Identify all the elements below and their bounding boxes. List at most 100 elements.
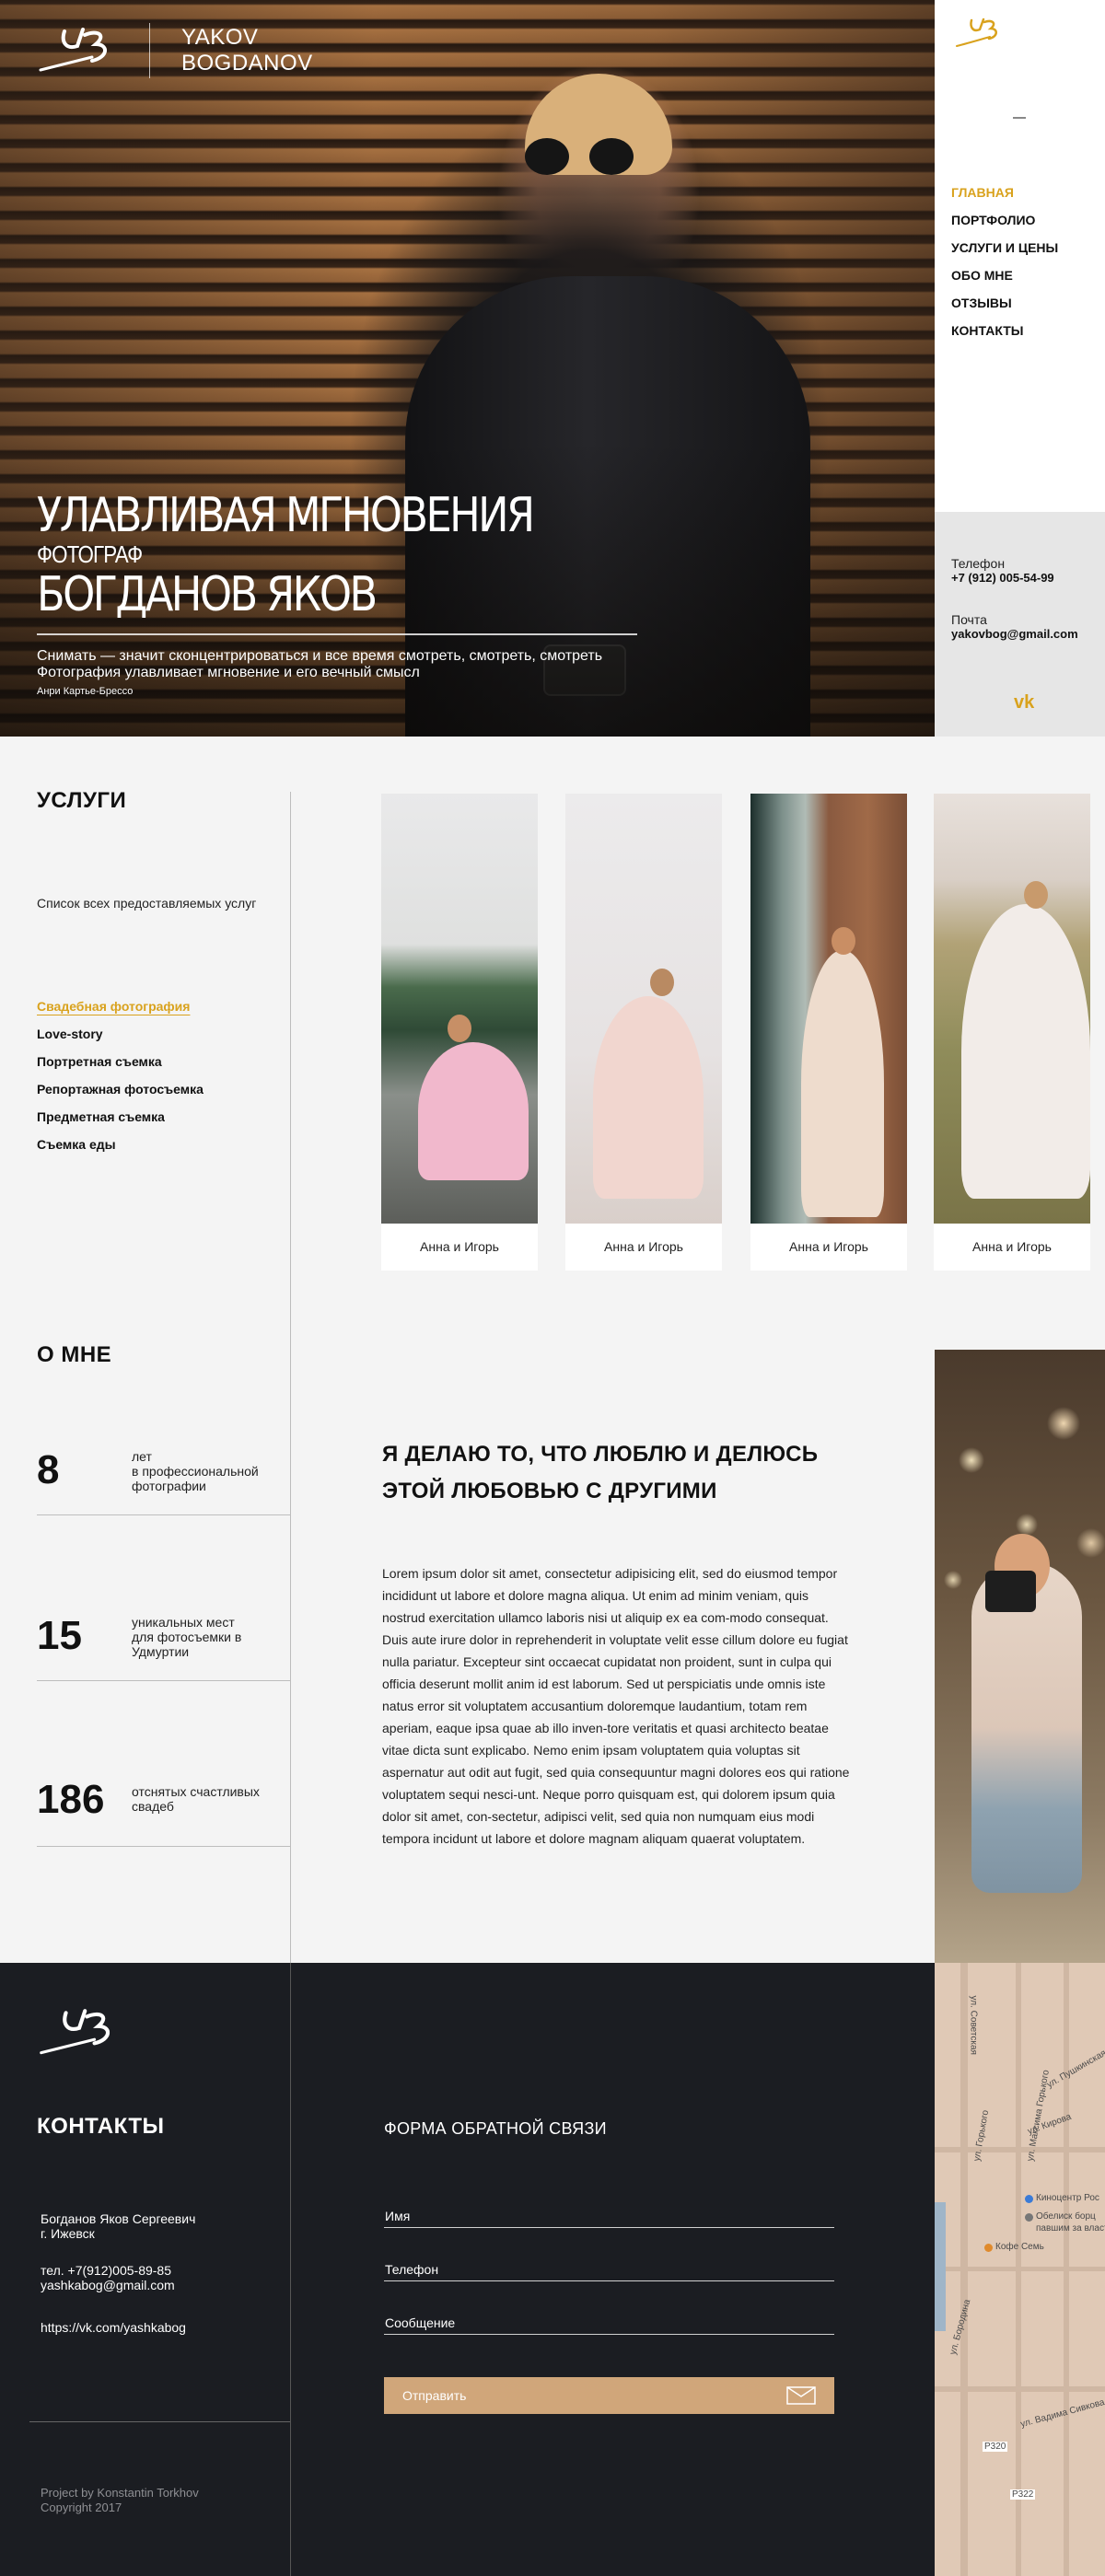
email-label: Почта: [951, 612, 987, 627]
gallery-photo: [750, 794, 907, 1224]
stat-text: лет в профессиональной фотографии: [132, 1449, 259, 1493]
hero-quote: Снимать — значит сконцентрироваться и вс…: [37, 648, 681, 681]
stat-number: 15: [37, 1613, 82, 1658]
service-item-wedding[interactable]: Свадебная фотография: [37, 992, 204, 1020]
hero-title: УЛАВЛИВАЯ МГНОВЕНИЯ: [37, 488, 535, 543]
map-label: P320: [983, 2442, 1008, 2452]
gallery-card[interactable]: Анна и Игорь: [750, 794, 907, 1271]
nav-item-home[interactable]: ГЛАВНАЯ: [951, 179, 1058, 206]
map-pin-icon[interactable]: [1025, 2213, 1033, 2222]
page: YAKOV BOGDANOV УЛАВЛИВАЯ МГНОВЕНИЯ ФОТОГ…: [0, 0, 1105, 2576]
about-text: Lorem ipsum dolor sit amet, consectetur …: [382, 1566, 850, 1846]
phone-label: Телефон: [951, 556, 1006, 571]
gallery-photo: [565, 794, 722, 1224]
message-input[interactable]: [384, 2313, 834, 2333]
name-field: [384, 2206, 834, 2228]
logo-divider: [149, 23, 150, 78]
footer-credit: Project by Konstantin Torkhov Copyright …: [41, 2486, 199, 2514]
phone-input[interactable]: [384, 2259, 834, 2280]
vk-icon[interactable]: vk: [1014, 692, 1034, 714]
hero-quote-line1: Снимать — значит сконцентрироваться и вс…: [37, 648, 603, 664]
services-title: УСЛУГИ: [37, 788, 127, 813]
service-item-reportage[interactable]: Репортажная фотосъемка: [37, 1075, 204, 1103]
footer-logo-icon[interactable]: [37, 2003, 120, 2062]
map-label: ул. Горького: [971, 2109, 992, 2163]
nav-item-about[interactable]: ОБО МНЕ: [951, 261, 1058, 289]
stat-years: 8 лет в профессиональной фотографии: [37, 1447, 290, 1515]
nav-item-reviews[interactable]: ОТЗЫВЫ: [951, 289, 1058, 317]
stat-number: 186: [37, 1777, 105, 1822]
message-field: [384, 2313, 834, 2335]
sidebar-logo-icon[interactable]: [955, 15, 1003, 52]
map-label: Обелиск борц: [1036, 2211, 1096, 2222]
feedback-form-title: ФОРМА ОБРАТНОЙ СВЯЗИ: [384, 2119, 607, 2138]
services-description: Список всех предоставляемых услуг: [37, 896, 257, 911]
nav-item-portfolio[interactable]: ПОРТФОЛИО: [951, 206, 1058, 234]
about-photo: [935, 1350, 1105, 1963]
map-water: [935, 2202, 946, 2331]
services-list: Свадебная фотография Love-story Портретн…: [37, 992, 204, 1158]
main-nav: ГЛАВНАЯ ПОРТФОЛИО УСЛУГИ И ЦЕНЫ ОБО МНЕ …: [951, 179, 1058, 344]
location-map[interactable]: ул. Кирова ул. Пушкинская ул. Советская …: [935, 1963, 1105, 2576]
map-road: [935, 2147, 1105, 2152]
phone-value[interactable]: +7 (912) 005-54-99: [951, 571, 1088, 585]
contacts-name-city: Богданов Яков Сергеевич г. Ижевск: [41, 2211, 196, 2241]
map-pin-icon[interactable]: [984, 2244, 993, 2252]
hero-name: БОГДАНОВ ЯКОВ: [37, 567, 378, 622]
stat-number: 8: [37, 1447, 60, 1492]
nav-item-contacts[interactable]: КОНТАКТЫ: [951, 317, 1058, 344]
contacts-phone-email[interactable]: тел. +7(912)005-89-85 yashkabog@gmail.co…: [41, 2263, 175, 2292]
about-heading: Я ДЕЛАЮ ТО, ЧТО ЛЮБЛЮ И ДЕЛЮСЬ ЭТОЙ ЛЮБО…: [382, 1442, 819, 1503]
map-label: павшим за власт: [1036, 2223, 1105, 2234]
gallery-card[interactable]: Анна и Игорь: [934, 794, 1090, 1271]
hero-divider: [37, 633, 637, 635]
submit-button[interactable]: Отправить: [384, 2377, 834, 2414]
hero-text: УЛАВЛИВАЯ МГНОВЕНИЯ ФОТОГРАФ БОГДАНОВ ЯК…: [37, 490, 681, 697]
stat-text: отснятых счастливых свадеб: [132, 1784, 260, 1814]
envelope-icon: [786, 2386, 816, 2405]
gallery-caption: Анна и Игорь: [789, 1239, 868, 1254]
name-input[interactable]: [384, 2206, 834, 2226]
contacts-section: КОНТАКТЫ Богданов Яков Сергеевич г. Ижев…: [0, 1963, 935, 2576]
right-sidebar: ГЛАВНАЯ ПОРТФОЛИО УСЛУГИ И ЦЕНЫ ОБО МНЕ …: [935, 0, 1105, 737]
map-label: P322: [1010, 2489, 1036, 2500]
map-label: ул. Пушкинская: [1045, 2048, 1105, 2091]
gallery-caption: Анна и Игорь: [604, 1239, 683, 1254]
map-label: ул. Советская: [968, 1995, 979, 2055]
email-value[interactable]: yakovbog@gmail.com: [951, 627, 1088, 641]
service-item-food[interactable]: Съемка еды: [37, 1131, 204, 1158]
service-item-product[interactable]: Предметная съемка: [37, 1103, 204, 1131]
brand-name-line2: BOGDANOV: [181, 51, 313, 75]
phone-field: [384, 2259, 834, 2281]
gallery-photo: [934, 794, 1090, 1224]
submit-button-label: Отправить: [402, 2388, 467, 2403]
signature-logo-icon: [39, 28, 107, 72]
hero-photo-sunglasses: [525, 138, 654, 175]
contacts-vk-link[interactable]: https://vk.com/yashkabog: [41, 2320, 186, 2335]
map-road: [1064, 1963, 1069, 2576]
gallery-photo: [381, 794, 538, 1224]
hero-quote-line2: Фотография улавливает мгновение и его ве…: [37, 665, 420, 680]
hero-subtitle: ФОТОГРАФ: [37, 540, 143, 568]
stat-text: уникальных мест для фотосъемки в Удмурти…: [132, 1615, 242, 1659]
gallery-card[interactable]: Анна и Игорь: [381, 794, 538, 1271]
gallery-caption: Анна и Игорь: [420, 1239, 499, 1254]
brand-name: YAKOV BOGDANOV: [181, 25, 313, 76]
menu-toggle-icon[interactable]: [1013, 117, 1026, 119]
map-label: Кофе Семь: [995, 2242, 1044, 2252]
brand-logo[interactable]: YAKOV BOGDANOV: [37, 22, 313, 79]
nav-item-services[interactable]: УСЛУГИ И ЦЕНЫ: [951, 234, 1058, 261]
contacts-title: КОНТАКТЫ: [37, 2114, 165, 2139]
stat-places: 15 уникальных мест для фотосъемки в Удму…: [37, 1613, 290, 1681]
service-item-love-story[interactable]: Love-story: [37, 1020, 204, 1048]
map-label: ул. Вадима Сивкова: [1019, 2397, 1105, 2430]
sidebar-contact: Телефон +7 (912) 005-54-99 Почта yakovbo…: [935, 512, 1105, 737]
map-road: [935, 2386, 1105, 2392]
hero-quote-author: Анри Картье-Брессо: [37, 686, 134, 697]
brand-name-line1: YAKOV: [181, 25, 259, 50]
gallery-card[interactable]: Анна и Игорь: [565, 794, 722, 1271]
map-road: [935, 2267, 1105, 2271]
map-pin-icon[interactable]: [1025, 2195, 1033, 2203]
service-item-portrait[interactable]: Портретная съемка: [37, 1048, 204, 1075]
gallery-caption: Анна и Игорь: [972, 1239, 1052, 1254]
